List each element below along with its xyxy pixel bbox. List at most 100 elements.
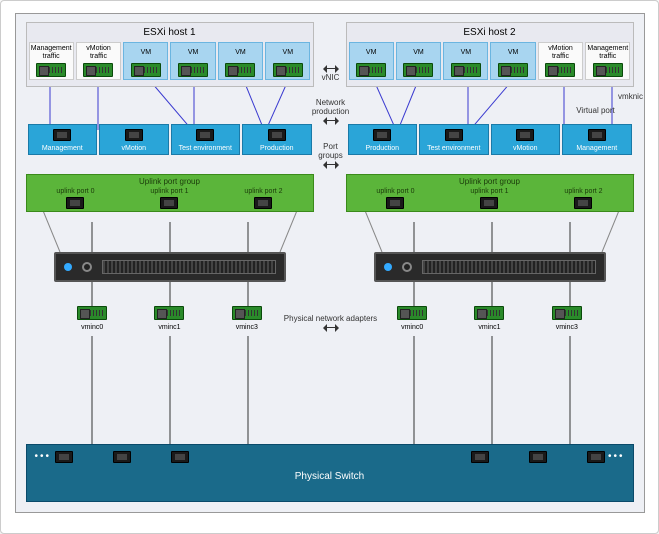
dots-icon: ••• xyxy=(35,451,52,462)
port-icon xyxy=(516,129,534,141)
port-icon xyxy=(53,129,71,141)
host-tiles: VM VM VM VM vMotion traffic Management t… xyxy=(347,42,633,86)
host-hardware-right xyxy=(374,252,606,282)
host-hardware-left xyxy=(54,252,286,282)
host-tiles: Management traffic vMotion traffic VM VM… xyxy=(27,42,313,86)
annot-vnic: vNIC xyxy=(316,64,346,82)
nic-icon xyxy=(131,63,161,77)
nic-icon xyxy=(83,63,113,77)
port-icon xyxy=(587,451,605,463)
port-icon xyxy=(445,129,463,141)
nic-icon xyxy=(545,63,575,77)
pnic: vminc1 xyxy=(154,304,184,331)
knob-icon xyxy=(82,262,92,272)
diagram-modal: × xyxy=(0,0,659,534)
led-icon xyxy=(64,263,72,271)
uplink-port: uplink port 1 xyxy=(470,188,508,209)
pg-vmotion: vMotion xyxy=(99,124,169,155)
pg-mgmt: Management xyxy=(28,124,98,155)
port-icon xyxy=(125,129,143,141)
annot-netprod: Network production xyxy=(308,98,354,125)
grill-icon xyxy=(422,260,596,274)
tile-vm: VM xyxy=(443,42,488,80)
knob-icon xyxy=(402,262,412,272)
physical-switch: ••• ••• Physical Switch xyxy=(26,444,634,502)
tile-vm: VM xyxy=(265,42,310,80)
port-icon xyxy=(588,129,606,141)
pnic: vminc0 xyxy=(77,304,107,331)
esxi-host-2: ESXi host 2 VM VM VM VM vMotion traffic … xyxy=(346,22,634,87)
nic-icon xyxy=(356,63,386,77)
annot-vmknic: vmknic xyxy=(616,92,646,101)
tile-vm: VM xyxy=(349,42,394,80)
port-icon xyxy=(471,451,489,463)
pg-prod: Production xyxy=(242,124,312,155)
port-icon xyxy=(574,197,592,209)
grill-icon xyxy=(102,260,276,274)
nic-icon xyxy=(593,63,623,77)
led-icon xyxy=(384,263,392,271)
esxi-host-1: ESXi host 1 Management traffic vMotion t… xyxy=(26,22,314,87)
nic-icon xyxy=(397,306,427,320)
port-icon xyxy=(55,451,73,463)
nic-icon xyxy=(498,63,528,77)
port-icon xyxy=(196,129,214,141)
pnic: vminc3 xyxy=(232,304,262,331)
port-icon xyxy=(66,197,84,209)
nic-icon xyxy=(154,306,184,320)
tile-vmotion: vMotion traffic xyxy=(76,42,121,80)
port-icon xyxy=(171,451,189,463)
annot-pna: Physical network adapters xyxy=(278,314,384,332)
annot-pg: Port groups xyxy=(314,142,348,169)
uplink-port: uplink port 1 xyxy=(150,188,188,209)
nic-icon xyxy=(232,306,262,320)
port-groups-right: Production Test environment vMotion Mana… xyxy=(346,124,634,155)
tile-mgmt: Management traffic xyxy=(585,42,630,80)
tile-vm: VM xyxy=(123,42,168,80)
pg-test: Test environment xyxy=(171,124,241,155)
port-icon xyxy=(268,129,286,141)
host-title: ESXi host 1 xyxy=(27,23,313,42)
port-icon xyxy=(254,197,272,209)
dots-icon: ••• xyxy=(608,451,625,462)
physical-nics-right: vminc0 vminc1 vminc3 xyxy=(374,304,606,331)
nic-icon xyxy=(552,306,582,320)
uplink-port: uplink port 2 xyxy=(564,188,602,209)
port-icon xyxy=(480,197,498,209)
network-diagram: ESXi host 1 Management traffic vMotion t… xyxy=(15,13,645,513)
nic-icon xyxy=(474,306,504,320)
tile-vm: VM xyxy=(396,42,441,80)
tile-vm: VM xyxy=(170,42,215,80)
uplink-title: Uplink port group xyxy=(29,177,311,186)
tile-vm: VM xyxy=(490,42,535,80)
host-title: ESXi host 2 xyxy=(347,23,633,42)
port-icon xyxy=(160,197,178,209)
port-icon xyxy=(529,451,547,463)
uplink-group-left: Uplink port group uplink port 0 uplink p… xyxy=(26,174,314,212)
nic-icon xyxy=(451,63,481,77)
nic-icon xyxy=(273,63,303,77)
port-groups-left: Management vMotion Test environment Prod… xyxy=(26,124,314,155)
uplink-title: Uplink port group xyxy=(349,177,631,186)
pnic: vminc0 xyxy=(397,304,427,331)
port-icon xyxy=(373,129,391,141)
tile-mgmt: Management traffic xyxy=(29,42,74,80)
tile-vmotion: vMotion traffic xyxy=(538,42,583,80)
physwitch-title: Physical Switch xyxy=(27,471,633,482)
pnic: vminc3 xyxy=(552,304,582,331)
pg-prod: Production xyxy=(348,124,418,155)
uplink-port: uplink port 0 xyxy=(56,188,94,209)
pg-vmotion: vMotion xyxy=(491,124,561,155)
nic-icon xyxy=(178,63,208,77)
uplink-port: uplink port 0 xyxy=(376,188,414,209)
uplink-port: uplink port 2 xyxy=(244,188,282,209)
port-icon xyxy=(113,451,131,463)
pnic: vminc1 xyxy=(474,304,504,331)
annot-vport: Virtual port xyxy=(576,106,616,115)
physical-nics-left: vminc0 vminc1 vminc3 xyxy=(54,304,286,331)
port-icon xyxy=(386,197,404,209)
nic-icon xyxy=(225,63,255,77)
tile-vm: VM xyxy=(218,42,263,80)
uplink-group-right: Uplink port group uplink port 0 uplink p… xyxy=(346,174,634,212)
nic-icon xyxy=(77,306,107,320)
